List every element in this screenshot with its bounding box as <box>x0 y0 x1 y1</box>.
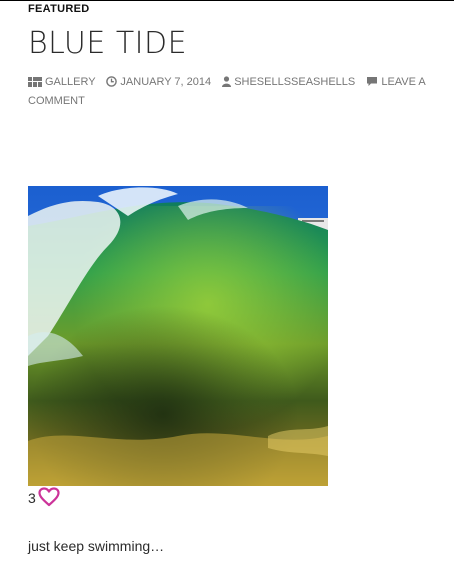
user-icon <box>222 76 232 93</box>
post-date-link[interactable]: JANUARY 7, 2014 <box>106 76 214 88</box>
heart-icon[interactable] <box>38 486 60 510</box>
featured-category-link[interactable]: FEATURED <box>28 3 89 15</box>
likes-count: 3 <box>28 490 36 506</box>
wave-photo-graphic <box>28 186 328 486</box>
post-format-link[interactable]: GALLERY <box>28 76 98 88</box>
post-author-label[interactable]: SHESELLSSEASHELLS <box>234 76 355 88</box>
post-excerpt: just keep swimming… <box>28 538 165 554</box>
comment-bubble-icon <box>366 76 378 93</box>
gallery-icon <box>28 76 42 93</box>
post-author-link[interactable]: SHESELLSSEASHELLS <box>222 76 358 88</box>
likes-bar: 3 <box>28 486 60 510</box>
clock-icon <box>106 76 118 93</box>
top-border <box>0 0 454 1</box>
post-format-label[interactable]: GALLERY <box>45 76 95 88</box>
post-date-label[interactable]: JANUARY 7, 2014 <box>120 76 211 88</box>
post-title[interactable]: BLUE TIDE <box>28 26 187 61</box>
entry-meta: GALLERY JANUARY 7, 2014 SHESELLSSEASHELL… <box>28 74 448 110</box>
post-image[interactable] <box>28 186 328 486</box>
